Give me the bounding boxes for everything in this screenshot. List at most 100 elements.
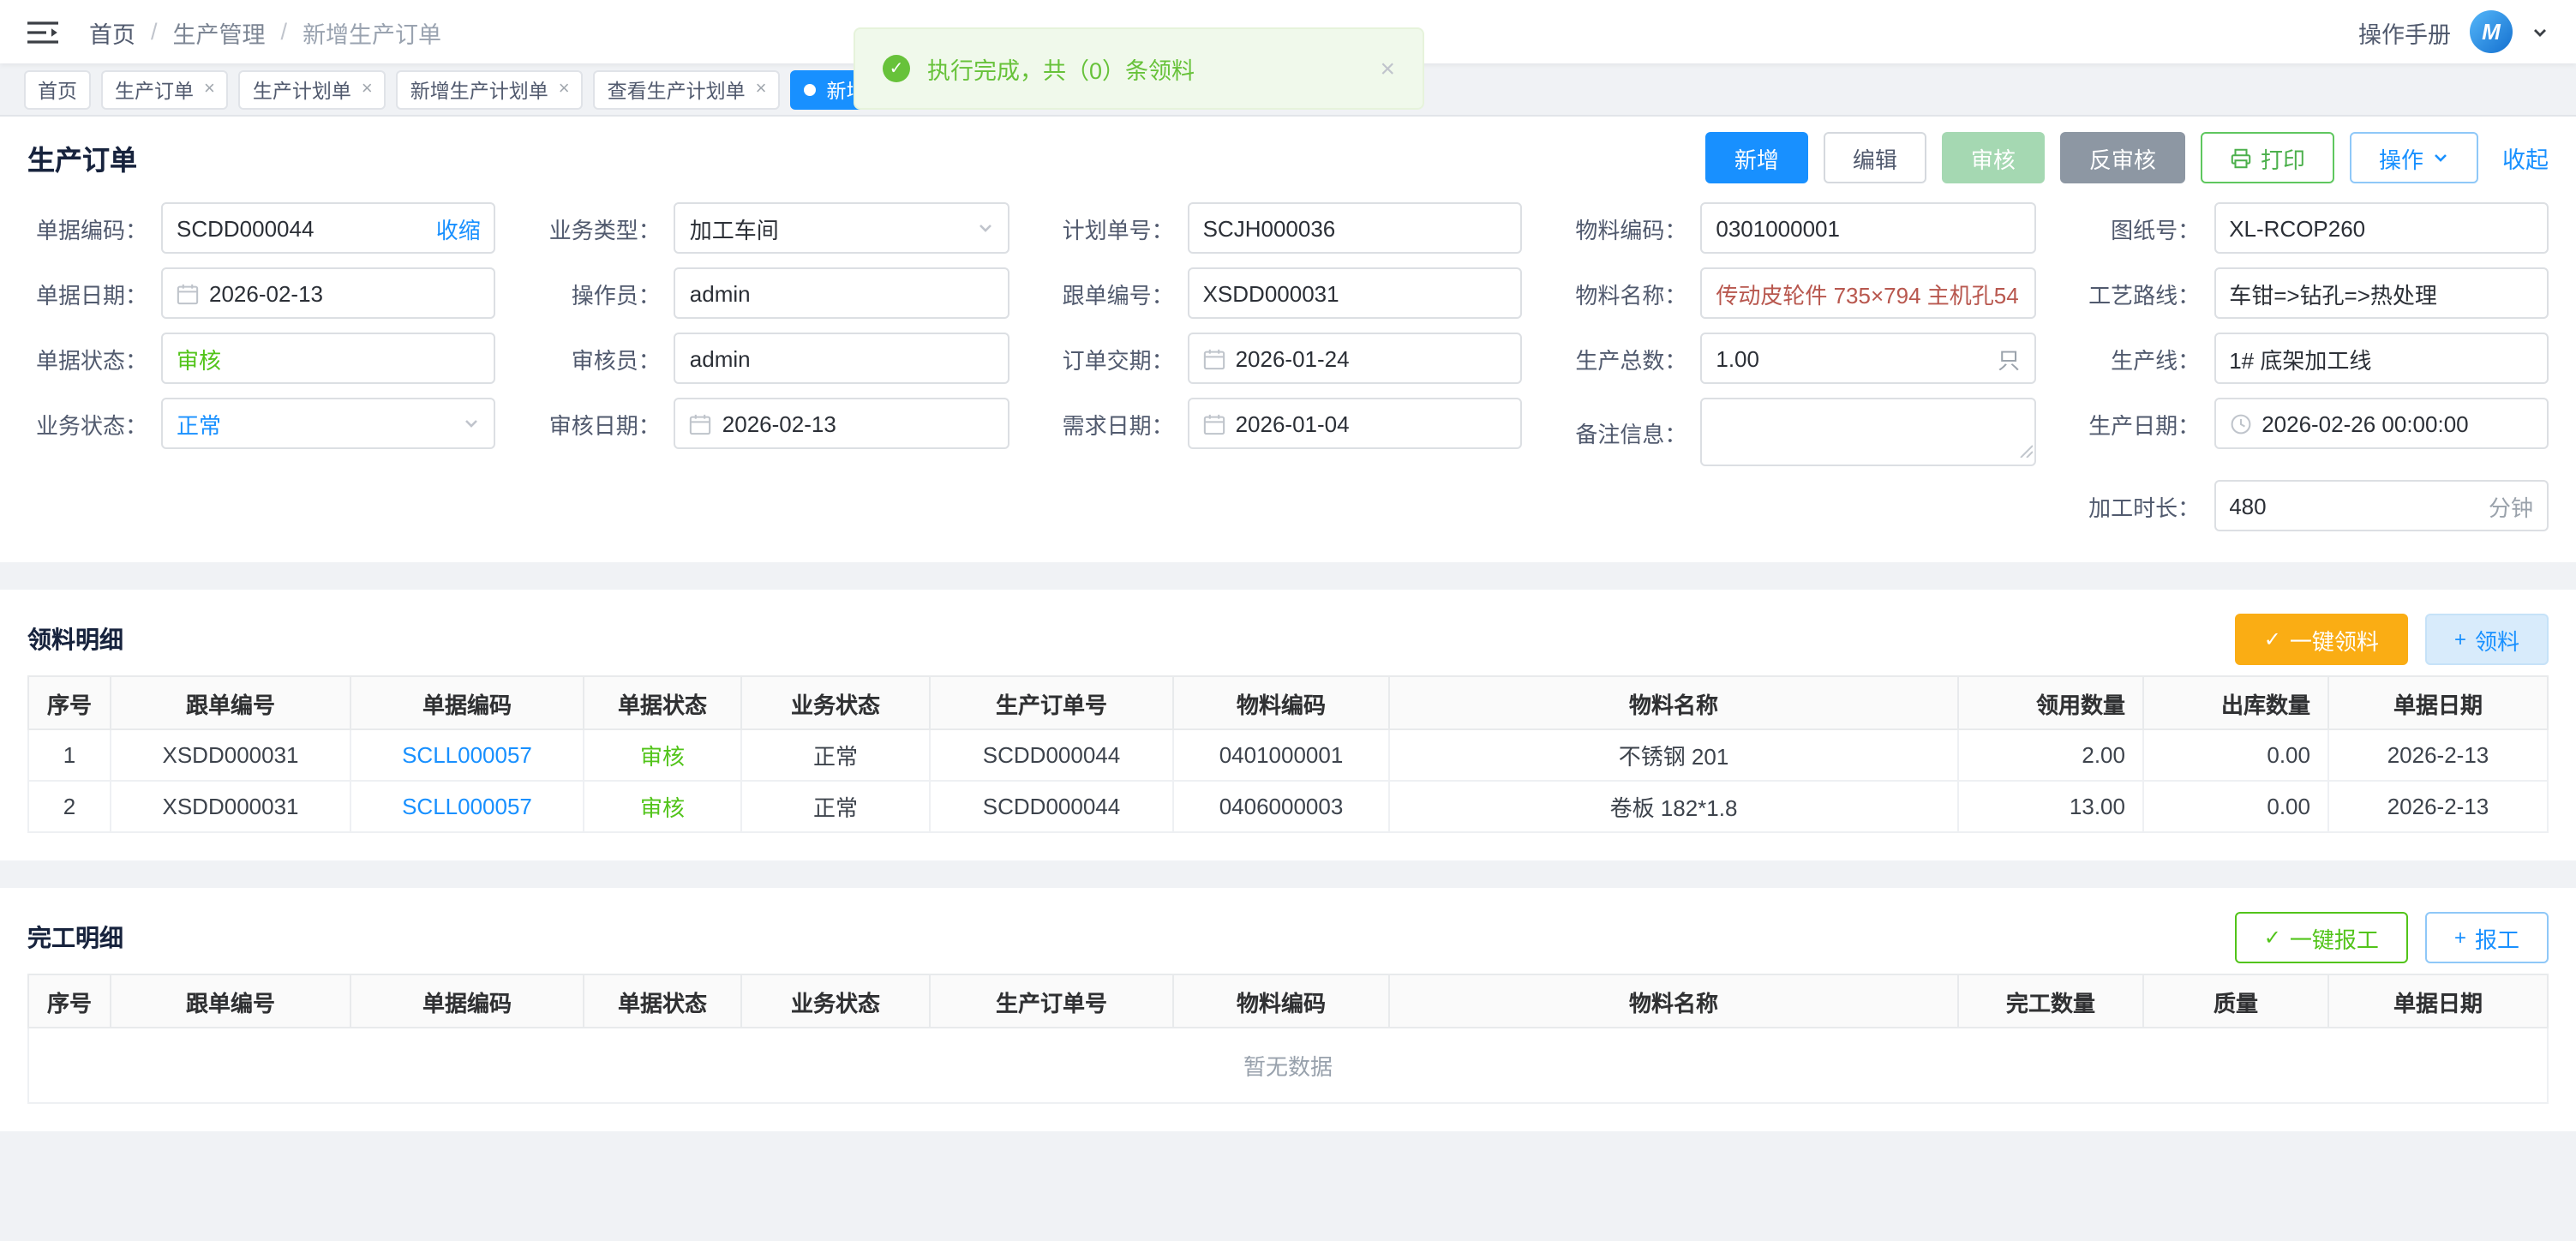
doc-code-link[interactable]: SCLL000057 — [402, 794, 532, 819]
input-value: 车钳=>钻孔=>热处理 — [2229, 277, 2533, 309]
add-requisition-button[interactable]: + 领料 — [2425, 614, 2549, 665]
tab-new-production-plan[interactable]: 新增生产计划单 × — [397, 70, 584, 110]
avatar[interactable]: M — [2470, 10, 2513, 53]
field-label: 备注信息： — [1567, 416, 1686, 448]
unit-suffix: 只 — [1998, 342, 2020, 375]
cell-out-qty: 0.00 — [2143, 781, 2328, 832]
field-biz-status: 业务状态： 正常 — [27, 398, 496, 449]
work-duration-input[interactable]: 480 分钟 — [2214, 480, 2549, 531]
routing-input[interactable]: 车钳=>钻孔=>热处理 — [2214, 267, 2549, 319]
requisition-title: 领料明细 — [27, 622, 123, 656]
active-tab-dot-icon — [805, 84, 817, 96]
remark-textarea[interactable] — [1700, 398, 2035, 466]
user-menu-caret-icon[interactable] — [2531, 23, 2549, 40]
input-value: SCJH000036 — [1203, 215, 1507, 241]
audit-date-input[interactable]: 2026-02-13 — [674, 398, 1009, 449]
breadcrumb-current: 新增生产订单 — [303, 15, 441, 49]
material-name-input[interactable]: 传动皮轮件 735×794 主机孔54 — [1700, 267, 2035, 319]
doc-code-link[interactable]: SCLL000057 — [402, 742, 532, 768]
add-report-button[interactable]: + 报工 — [2425, 912, 2549, 963]
doc-code-input[interactable]: SCDD000044 收缩 — [161, 202, 496, 254]
biz-status-select[interactable]: 正常 — [161, 398, 496, 449]
toast-close-icon[interactable]: × — [1380, 54, 1395, 83]
tab-close-icon[interactable]: × — [559, 81, 570, 99]
prod-date-input[interactable]: 2026-02-26 00:00:00 — [2214, 398, 2549, 449]
one-key-requisition-button[interactable]: ✓ 一键领料 — [2235, 614, 2408, 665]
doc-date-input[interactable]: 2026-02-13 — [161, 267, 496, 319]
biz-type-select[interactable]: 加工车间 — [674, 202, 1009, 254]
field-biz-type: 业务类型： 加工车间 — [541, 202, 1009, 254]
table-row[interactable]: 1 XSDD000031 SCLL000057 审核 正常 SCDD000044… — [28, 729, 2548, 781]
field-label: 审核员： — [541, 342, 661, 375]
button-label: 一键领料 — [2290, 623, 2379, 656]
total-qty-input[interactable]: 1.00 只 — [1700, 333, 2035, 384]
prod-line-input[interactable]: 1# 底架加工线 — [2214, 333, 2549, 384]
col-biz-status: 业务状态 — [741, 676, 930, 729]
unaudit-button[interactable]: 反审核 — [2060, 132, 2185, 183]
one-key-report-button[interactable]: ✓ 一键报工 — [2235, 912, 2408, 963]
actions-dropdown-button[interactable]: 操作 — [2350, 132, 2478, 183]
cell-biz-status: 正常 — [741, 781, 930, 832]
follow-no-input[interactable]: XSDD000031 — [1188, 267, 1523, 319]
cell-doc-status: 审核 — [584, 729, 741, 781]
cell-doc-status: 审核 — [584, 781, 741, 832]
empty-placeholder: 暂无数据 — [28, 1028, 2548, 1103]
manual-link[interactable]: 操作手册 — [2358, 15, 2451, 49]
sidebar-toggle-icon[interactable] — [27, 20, 58, 44]
print-button[interactable]: 打印 — [2201, 132, 2334, 183]
shrink-link[interactable]: 收缩 — [436, 212, 481, 244]
material-code-input[interactable]: 0301000001 — [1700, 202, 2035, 254]
field-label: 物料编码： — [1567, 212, 1686, 244]
breadcrumb-section[interactable]: 生产管理 — [173, 15, 266, 49]
field-demand-date: 需求日期： 2026-01-04 — [1054, 398, 1523, 449]
tab-close-icon[interactable]: × — [204, 81, 215, 99]
table-row[interactable]: 2 XSDD000031 SCLL000057 审核 正常 SCDD000044… — [28, 781, 2548, 832]
breadcrumb-separator: / — [151, 19, 158, 45]
button-label: 编辑 — [1853, 141, 1897, 174]
tab-label: 首页 — [38, 76, 77, 104]
resize-handle[interactable] — [2016, 437, 2032, 463]
field-audit-date: 审核日期： 2026-02-13 — [541, 398, 1009, 449]
operator-input[interactable]: admin — [674, 267, 1009, 319]
input-value: 传动皮轮件 735×794 主机孔54 — [1716, 277, 2020, 309]
requisition-header: 领料明细 ✓ 一键领料 + 领料 — [27, 603, 2549, 675]
field-total-qty: 生产总数： 1.00 只 — [1567, 333, 2035, 384]
tab-production-plan[interactable]: 生产计划单 × — [239, 70, 386, 110]
col-doc-status: 单据状态 — [584, 676, 741, 729]
cell-out-qty: 0.00 — [2143, 729, 2328, 781]
tab-production-order[interactable]: 生产订单 × — [101, 70, 229, 110]
cell-seq: 1 — [28, 729, 111, 781]
calendar-icon — [1203, 412, 1225, 435]
col-doc-status: 单据状态 — [584, 974, 741, 1028]
field-doc-status: 单据状态： 审核 — [27, 333, 496, 384]
cell-follow-no: XSDD000031 — [111, 729, 350, 781]
field-label: 物料名称： — [1567, 277, 1686, 309]
input-value: admin — [690, 280, 994, 306]
field-label: 计划单号： — [1054, 212, 1174, 244]
tab-home[interactable]: 首页 — [24, 70, 91, 110]
demand-date-input[interactable]: 2026-01-04 — [1188, 398, 1523, 449]
plan-no-input[interactable]: SCJH000036 — [1188, 202, 1523, 254]
auditor-input[interactable]: admin — [674, 333, 1009, 384]
audit-button[interactable]: 审核 — [1942, 132, 2045, 183]
edit-button[interactable]: 编辑 — [1824, 132, 1926, 183]
status-value: 审核 — [177, 342, 481, 375]
input-value: 2026-02-26 00:00:00 — [2261, 411, 2533, 436]
breadcrumb-home[interactable]: 首页 — [89, 15, 135, 49]
collapse-panel-link[interactable]: 收起 — [2502, 141, 2549, 175]
order-due-date-input[interactable]: 2026-01-24 — [1188, 333, 1523, 384]
add-button[interactable]: 新增 — [1705, 132, 1808, 183]
field-follow-no: 跟单编号： XSDD000031 — [1054, 267, 1523, 319]
tab-close-icon[interactable]: × — [362, 81, 373, 99]
field-remark: 备注信息： — [1567, 398, 2035, 466]
cell-doc-code: SCLL000057 — [350, 729, 584, 781]
field-prod-line: 生产线： 1# 底架加工线 — [2080, 333, 2549, 384]
input-value: SCDD000044 — [177, 215, 426, 241]
completion-title: 完工明细 — [27, 920, 123, 955]
drawing-no-input[interactable]: XL-RCOP260 — [2214, 202, 2549, 254]
doc-status-input[interactable]: 审核 — [161, 333, 496, 384]
tab-close-icon[interactable]: × — [756, 81, 767, 99]
table-header-row: 序号 跟单编号 单据编码 单据状态 业务状态 生产订单号 物料编码 物料名称 领… — [28, 676, 2548, 729]
tab-view-production-plan[interactable]: 查看生产计划单 × — [594, 70, 781, 110]
input-value: XSDD000031 — [1203, 280, 1507, 306]
